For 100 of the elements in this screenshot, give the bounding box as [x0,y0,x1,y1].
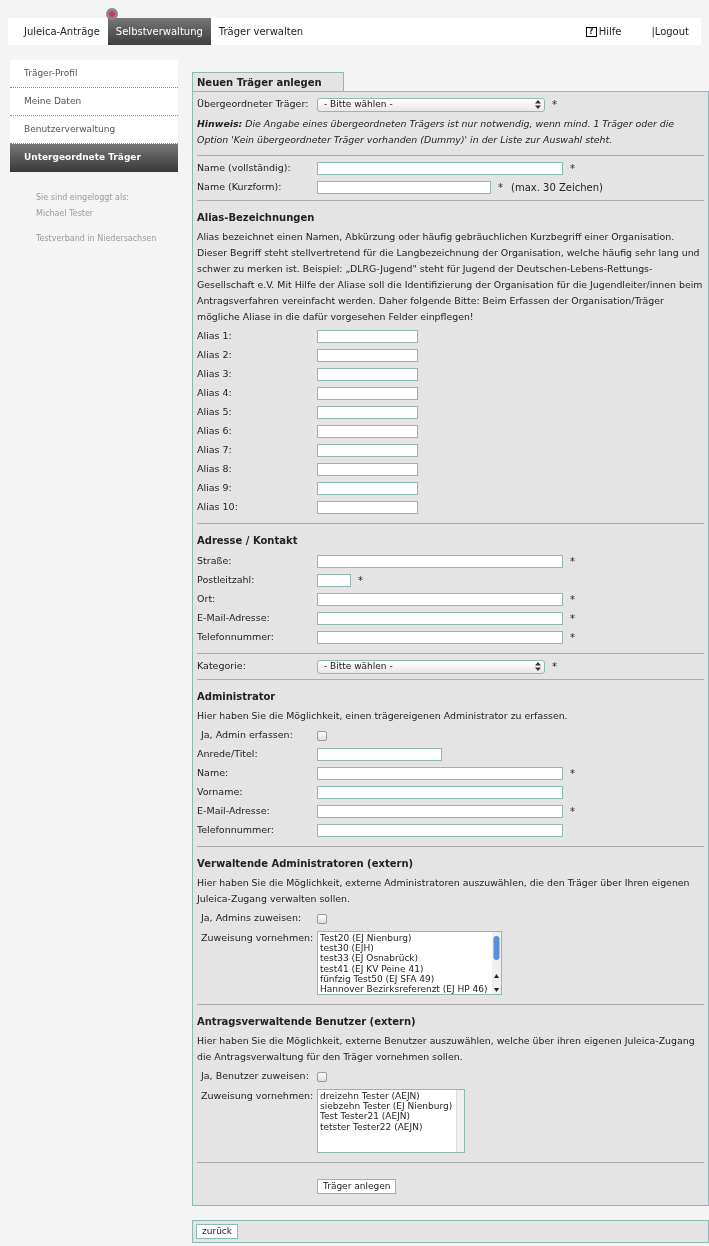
required-mark: * [552,660,557,674]
checkbox[interactable] [317,1071,327,1082]
list-option[interactable]: Hannover Bezirksreferenzt (EJ HP 46) [320,984,488,995]
nav-tab[interactable]: Selbstverwaltung [107,18,211,45]
text-field[interactable] [317,349,418,362]
text-field[interactable] [317,767,563,780]
logout-link[interactable]: |Logout [651,24,689,39]
section-description: Hier haben Sie die Möglichkeit, externe Administratoren auszuwählen, die den Träger über Ihren eigenen Juleica-Zugang verwalten sollen. [197,876,691,906]
required-mark: * [570,555,575,569]
sidebar-item[interactable]: Untergeordnete Träger [10,144,178,172]
field-label: Telefonnummer: [197,630,276,645]
text-field[interactable] [317,574,351,587]
section-heading: Adresse / Kontakt [197,534,299,548]
required-mark: * [570,612,575,626]
login-label: Sie sind eingeloggt als: [36,192,130,204]
list-option[interactable]: test33 (EJ Osnabrück) [320,953,488,964]
section-description: Alias bezeichnet einen Namen, Abkürzung oder häufig gebräuchlichen Kurzbegriff einer Organisation. Dieser Begriff steht stellvertretend für die Langbezeichnung der Organisation, welche häufig sehr lang und schwer zu merken ist. Beispiel: „DLRG-Jugend" steht für Jugend der Deutschen-Lebens-Rettungs-Gesellschaft e.V. Mit Hilfe der Aliase soll die Identifizierung der Organisation für die Jugendleiter/innen beim Antragsverfahren vereinfacht werden. Daher folgende Bitte: Beim Erfassen der Organisation/Träger mögliche Aliase in die dafür vorgesehen Felder einpflegen! [197,230,704,324]
hint-text: Hinweis: Die Angabe eines übergeordneten Trägers ist nur notwendig, wenn mind. 1 Träger oder die Option 'Kein übergeordneter Träger vorhanden (Dummy)' in der Liste zur Auswahl steht. [197,117,676,147]
field-label: E-Mail-Adresse: [197,611,271,626]
updown-arrow-icon [535,100,541,109]
list-option[interactable]: fünfzig Test50 (EJ SFA 49) [320,973,488,984]
field-label: Alias 8: [197,462,233,477]
field-label: Alias 2: [197,348,233,363]
field-label: Ja, Admins zuweisen: [201,911,303,926]
list-option[interactable]: test30 (EJH) [320,943,488,954]
scrollbar[interactable] [491,932,501,994]
list-option[interactable]: dreizehn Tester (AEJN) [320,1091,453,1102]
section-description: Hier haben Sie die Möglichkeit, externe Benutzer auszuwählen, welche über ihren eigenen Juleica-Zugang die Antragsverwaltung für den Träger vornehmen sollen. [197,1034,696,1064]
list-option[interactable]: siebzehn Tester (EJ Nienburg) [320,1101,453,1112]
field-label: Alias 4: [197,386,233,401]
checkbox[interactable] [317,913,327,924]
help-link[interactable]: Hilfe [598,24,622,39]
field-label: Ort: [197,592,217,607]
required-mark: * [498,181,503,195]
text-field[interactable] [317,612,563,625]
text-field[interactable] [317,387,418,400]
field-label: Name: [197,766,230,781]
text-field[interactable] [317,631,563,644]
nav-tab[interactable]: Träger verwalten [210,18,312,45]
dropdown[interactable]: - Bitte wählen - [317,659,545,674]
help-icon[interactable]: ? [585,26,597,37]
text-field[interactable] [317,805,563,818]
sidebar-item[interactable]: Benutzerverwaltung [10,116,178,144]
field-label: Name (Kurzform): [197,180,283,195]
text-field[interactable] [317,824,563,837]
nav-tab[interactable]: Juleica-Anträge [16,18,108,45]
field-label: Alias 7: [197,443,233,458]
field-label: Alias 6: [197,424,233,439]
field-label: Kategorie: [197,659,247,674]
field-note: (max. 30 Zeichen) [511,181,603,195]
text-field[interactable] [317,162,563,175]
list-option[interactable]: Test Tester21 (AEJN) [320,1111,453,1122]
text-field[interactable] [317,425,418,438]
required-mark: * [570,767,575,781]
field-label: Übergeordneter Träger: [197,97,310,112]
field-label: Postleitzahl: [197,573,256,588]
dropdown[interactable]: - Bitte wählen - [317,97,545,112]
field-label: Name (vollständig): [197,161,292,176]
submit-button[interactable]: Träger anlegen [317,1179,397,1194]
text-field[interactable] [317,368,418,381]
form-tab[interactable]: Neuen Träger anlegen [192,72,344,91]
list-option[interactable]: test41 (EJ KV Peine 41) [320,963,488,974]
required-mark: * [358,574,363,588]
field-label: Alias 3: [197,367,233,382]
text-field[interactable] [317,786,563,799]
list-box[interactable]: dreizehn Tester (AEJN) siebzehn Tester (EJ Nienburg) Test Tester21 (AEJN) tetster Tester22 (AEJN) [317,1089,466,1153]
section-heading: Verwaltende Administratoren (extern) [197,857,415,871]
field-label: Straße: [197,554,233,569]
section-heading: Alias-Bezeichnungen [197,211,316,225]
text-field[interactable] [317,444,418,457]
checkbox[interactable] [317,730,327,741]
field-label: Alias 1: [197,329,233,344]
text-field[interactable] [317,181,491,194]
updown-arrow-icon [535,662,541,671]
field-label: Ja, Benutzer zuweisen: [201,1069,310,1084]
field-label: Zuweisung vornehmen: [201,1089,315,1103]
sidebar-item[interactable]: Träger-Profil [10,60,178,88]
required-mark: * [552,98,557,112]
back-button[interactable]: zurück [196,1224,238,1239]
text-field[interactable] [317,593,563,606]
field-label: Alias 10: [197,500,239,515]
text-field[interactable] [317,330,418,343]
field-label: Ja, Admin erfassen: [201,728,294,743]
organization-name: Testverband in Niedersachsen [36,233,158,245]
list-option[interactable]: Test20 (EJ Nienburg) [320,933,488,944]
scrollbar-track [456,1090,465,1152]
required-mark: * [570,593,575,607]
text-field[interactable] [317,406,418,419]
text-field[interactable] [317,555,563,568]
text-field[interactable] [317,482,418,495]
field-label: E-Mail-Adresse: [197,804,271,819]
field-label: Anrede/Titel: [197,747,259,762]
section-description: Hier haben Sie die Möglichkeit, einen trägereigenen Administrator zu erfassen. [197,709,569,723]
sidebar-item[interactable]: Meine Daten [10,88,178,116]
list-option[interactable]: tetster Tester22 (AEJN) [320,1121,453,1132]
section-heading: Antragsverwaltende Benutzer (extern) [197,1015,417,1029]
list-box[interactable]: Test20 (EJ Nienburg) test30 (EJH) test33 (EJ Osnabrück) test41 (EJ KV Peine 41) fünfzig Test50 (EJ SFA 49) Hannover Bezirksreferenzt (EJ HP 46) [317,931,502,995]
text-field[interactable] [317,748,442,761]
text-field[interactable] [317,463,418,476]
text-field[interactable] [317,501,418,514]
